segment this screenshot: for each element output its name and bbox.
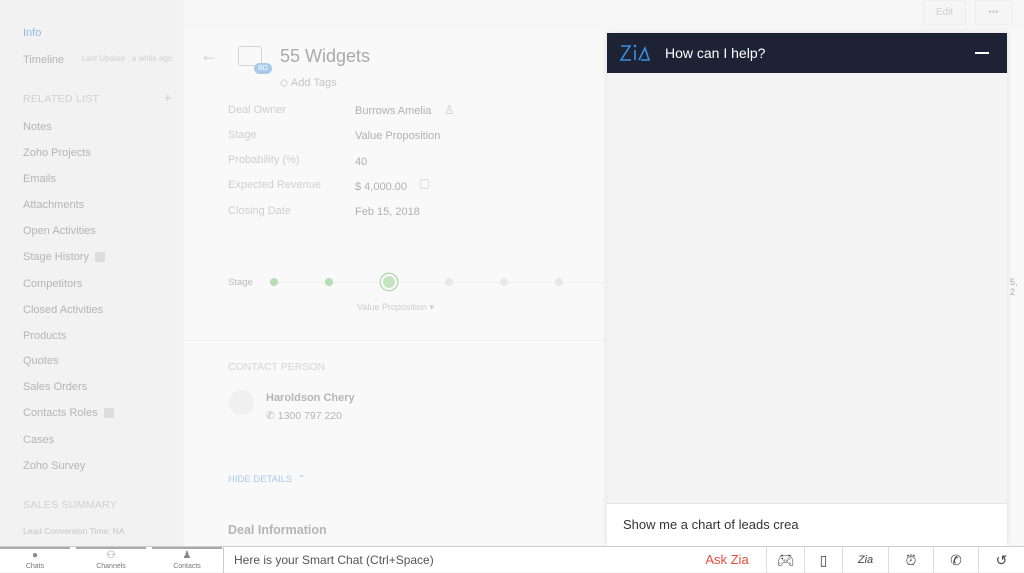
contact-avatar: [229, 390, 254, 415]
back-arrow-icon[interactable]: ←: [200, 45, 218, 66]
field-label: Stage: [228, 129, 257, 141]
field-label: Probability (%): [228, 154, 300, 166]
sidebar-item[interactable]: Competitors: [23, 278, 82, 290]
sidebar-item[interactable]: Zoho Survey: [23, 460, 85, 472]
smart-chat-input[interactable]: Here is your Smart Chat (Ctrl+Space): [223, 547, 688, 573]
tag-icon: ◇: [280, 77, 289, 89]
count-badge: [103, 408, 114, 419]
sidebar-item[interactable]: Open Activities: [23, 225, 96, 237]
hide-details-link[interactable]: HIDE DETAILS ⌃: [228, 474, 305, 485]
tab-contacts[interactable]: ♟ Contacts: [152, 547, 222, 573]
phone-number: 1300 797 220: [277, 410, 342, 422]
sidebar-item[interactable]: Emails: [23, 173, 56, 185]
zia-logo-icon: [619, 44, 651, 61]
bottom-bar: ● Chats ⚇ Channels ♟ Contacts Here is your …: [0, 546, 1024, 573]
stage-dot[interactable]: [445, 278, 453, 286]
zia-icon[interactable]: Zia: [842, 547, 888, 573]
zia-query-input[interactable]: Show me a chart of leads crea: [607, 503, 1007, 546]
tab-label: Channels: [96, 563, 126, 570]
notes-icon[interactable]: ▯: [804, 547, 842, 573]
person-icon: ♟: [182, 550, 192, 561]
sidebar-item[interactable]: Stage History: [23, 251, 106, 263]
sidebar-item[interactable]: Contacts Roles: [23, 407, 114, 419]
stage-dropdown-label: Value Proposition: [357, 302, 427, 312]
sidebar-item-label: Contacts Roles: [23, 407, 98, 419]
stage-value[interactable]: Value Proposition: [355, 130, 440, 142]
stage-label: Stage: [228, 277, 253, 288]
contact-phone[interactable]: ✆ 1300 797 220: [266, 410, 342, 422]
hide-details-label: HIDE DETAILS: [228, 474, 293, 485]
tab-chats[interactable]: ● Chats: [0, 547, 70, 573]
zia-chat-panel: How can I help? Show me a chart of leads…: [607, 33, 1007, 546]
tab-label: Contacts: [173, 563, 201, 570]
field-label: Expected Revenue: [228, 179, 321, 191]
tab-channels[interactable]: ⚇ Channels: [76, 547, 146, 573]
stage-dot-completed[interactable]: [270, 278, 278, 286]
group-icon: ⚇: [106, 550, 116, 561]
stage-dot-completed[interactable]: [325, 278, 333, 286]
deal-owner-value[interactable]: Burrows Amelia: [355, 105, 431, 117]
sidebar-item-info[interactable]: Info: [23, 27, 41, 39]
chat-bubble-icon: ●: [31, 550, 39, 561]
probability-value[interactable]: 40: [355, 156, 367, 168]
edit-button[interactable]: Edit: [923, 0, 966, 25]
ask-zia-button[interactable]: Ask Zia: [688, 547, 766, 573]
add-tags-button[interactable]: ◇ Add Tags: [280, 76, 337, 89]
phone-icon[interactable]: ✆: [933, 547, 978, 573]
zia-title: How can I help?: [665, 45, 766, 61]
chevron-up-icon: ⌃: [297, 474, 306, 485]
sidebar-item[interactable]: Products: [23, 330, 66, 342]
gamepad-icon[interactable]: 🎮︎: [766, 547, 804, 573]
stage-dot[interactable]: [500, 278, 508, 286]
sidebar-item[interactable]: Zoho Projects: [23, 147, 91, 159]
stage-dot[interactable]: [555, 278, 563, 286]
contact-heading: CONTACT PERSON: [228, 361, 326, 373]
divider: [184, 340, 607, 341]
expected-revenue-value: $ 4,000.00: [355, 181, 407, 193]
sidebar-item-timeline[interactable]: Timeline: [23, 54, 64, 66]
lead-conversion-time: Lead Conversion Time: NA: [23, 526, 125, 536]
page-title: 55 Widgets: [280, 46, 371, 66]
caret-down-icon: ▾: [429, 302, 434, 312]
zia-header: How can I help?: [607, 33, 1007, 73]
field-label: Closing Date: [228, 205, 291, 217]
closing-date-value[interactable]: Feb 15, 2018: [355, 206, 420, 218]
add-tags-label: Add Tags: [290, 77, 337, 89]
last-update: Last Update : a while ago: [82, 54, 173, 63]
tab-label: Chats: [25, 563, 45, 570]
sidebar-item[interactable]: Quotes: [23, 355, 58, 367]
sidebar-item[interactable]: Attachments: [23, 199, 84, 211]
sidebar-item-label: Stage History: [23, 251, 90, 263]
user-icon: ♙: [444, 103, 455, 117]
stage-dropdown[interactable]: Value Proposition ▾: [357, 302, 434, 313]
minimize-button[interactable]: [975, 52, 989, 54]
more-button[interactable]: •••: [975, 0, 1012, 25]
related-list-heading: RELATED LIST: [23, 93, 100, 105]
sidebar-item[interactable]: Closed Activities: [23, 304, 103, 316]
sidebar: Info Timeline Last Update : a while ago …: [0, 0, 183, 546]
deal-information-heading: Deal Information: [228, 523, 327, 537]
phone-icon: ✆: [266, 410, 275, 422]
stage-dot-current[interactable]: [381, 274, 397, 290]
sales-summary-heading: SALES SUMMARY: [23, 499, 118, 511]
lock-icon: [420, 179, 429, 189]
contact-name[interactable]: Haroldson Chery: [266, 392, 355, 404]
sidebar-item[interactable]: Notes: [23, 121, 52, 133]
owner-badge: BD: [254, 63, 272, 74]
field-label: Deal Owner: [228, 104, 287, 116]
alarm-clock-icon[interactable]: ⏰︎: [888, 547, 933, 573]
sidebar-item[interactable]: Sales Orders: [23, 381, 87, 393]
count-badge: [95, 252, 106, 263]
add-related-list-button[interactable]: +: [164, 90, 172, 105]
history-icon[interactable]: ↺: [978, 547, 1024, 573]
stage-overflow-text: 5, 2: [1010, 277, 1018, 297]
sidebar-item[interactable]: Cases: [23, 434, 54, 446]
